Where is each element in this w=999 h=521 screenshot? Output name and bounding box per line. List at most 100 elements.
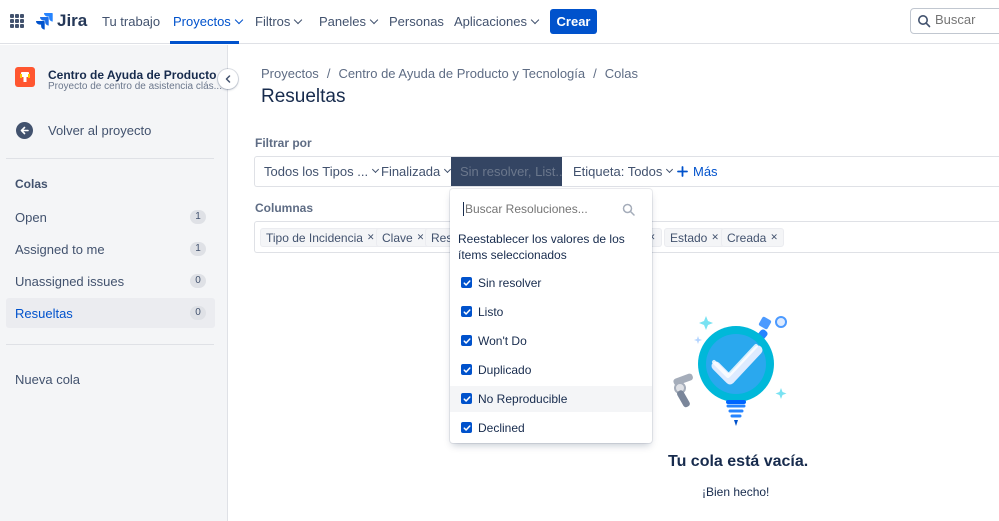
queue-count-badge: 1 bbox=[190, 242, 206, 256]
queue-label: Assigned to me bbox=[15, 242, 105, 257]
breadcrumb: Proyectos / Centro de Ayuda de Producto … bbox=[261, 66, 638, 81]
resolution-search-input[interactable] bbox=[463, 202, 623, 216]
nav-label: Personas bbox=[389, 14, 444, 29]
reset-selection-link[interactable]: Reestablecer los valores de los ítems se… bbox=[458, 231, 648, 263]
resolution-search[interactable] bbox=[463, 201, 643, 221]
checkbox-checked-icon[interactable] bbox=[461, 364, 472, 375]
queue-item-assigned-to-me[interactable]: Assigned to me 1 bbox=[6, 234, 215, 264]
plus-icon bbox=[677, 166, 688, 177]
nav-label: Aplicaciones bbox=[454, 14, 527, 29]
create-button[interactable]: Crear bbox=[550, 9, 597, 34]
project-type: Proyecto de centro de asistencia clás... bbox=[48, 81, 222, 92]
option-listo[interactable]: Listo bbox=[450, 299, 652, 325]
global-search[interactable] bbox=[910, 8, 999, 34]
nav-personas[interactable]: Personas bbox=[389, 14, 444, 29]
collapse-sidebar-button[interactable] bbox=[218, 69, 238, 89]
queue-label: Open bbox=[15, 210, 47, 225]
filter-label-text: Etiqueta: Todos bbox=[573, 164, 663, 179]
search-icon bbox=[622, 203, 635, 216]
queue-item-open[interactable]: Open 1 bbox=[6, 202, 215, 232]
nav-label: Filtros bbox=[255, 14, 291, 29]
option-duplicado[interactable]: Duplicado bbox=[450, 357, 652, 383]
checkbox-checked-icon[interactable] bbox=[461, 422, 472, 433]
arrow-left-icon bbox=[16, 122, 33, 139]
queue-item-unassigned-issues[interactable]: Unassigned issues 0 bbox=[6, 266, 215, 296]
filter-label-text: Sin resolver, List... bbox=[460, 164, 562, 179]
breadcrumb-item[interactable]: Centro de Ayuda de Producto y Tecnología bbox=[338, 66, 585, 81]
nav-tu-trabajo[interactable]: Tu trabajo bbox=[102, 14, 160, 29]
option-sin-resolver[interactable]: Sin resolver bbox=[450, 270, 652, 296]
checkbox-checked-icon[interactable] bbox=[461, 335, 472, 346]
queue-label: Unassigned issues bbox=[15, 274, 125, 289]
back-to-project-link[interactable]: Volver al proyecto bbox=[16, 122, 151, 139]
option-label: No Reproducible bbox=[478, 392, 568, 406]
remove-icon[interactable]: ✕ bbox=[711, 232, 719, 243]
project-name[interactable]: Centro de Ayuda de Producto ... bbox=[48, 68, 230, 82]
queue-label: Resueltas bbox=[15, 306, 73, 321]
empty-queue-illustration bbox=[673, 316, 787, 426]
lifebuoy-icon bbox=[20, 72, 30, 82]
nav-label: Proyectos bbox=[173, 14, 231, 29]
queues-heading: Colas bbox=[15, 177, 48, 191]
top-navigation: Jira Tu trabajo Proyectos Filtros Panele… bbox=[0, 0, 999, 44]
filter-label-text: Todos los Tipos ... bbox=[264, 164, 369, 179]
breadcrumb-item[interactable]: Proyectos bbox=[261, 66, 319, 81]
option-label: Duplicado bbox=[478, 363, 532, 377]
chevron-down-icon bbox=[530, 15, 540, 24]
column-chip-label: Creada bbox=[727, 230, 767, 245]
chevron-down-icon bbox=[234, 15, 244, 24]
sidebar: Centro de Ayuda de Producto ... Proyecto… bbox=[0, 45, 238, 521]
option-label: Declined bbox=[478, 421, 525, 435]
filter-resolution-dropdown[interactable]: Sin resolver, List... bbox=[451, 157, 562, 186]
remove-icon[interactable]: ✕ bbox=[417, 232, 425, 243]
filter-type-dropdown[interactable]: Todos los Tipos ... bbox=[255, 157, 387, 186]
column-chip-label: Estado bbox=[670, 230, 708, 245]
back-label: Volver al proyecto bbox=[48, 123, 152, 138]
column-chip[interactable]: Creada ✕ bbox=[721, 228, 784, 247]
jira-logo[interactable]: Jira bbox=[35, 11, 87, 31]
remove-icon[interactable]: ✕ bbox=[367, 232, 375, 243]
checkbox-checked-icon[interactable] bbox=[461, 277, 472, 288]
search-icon bbox=[918, 15, 931, 28]
nav-aplicaciones[interactable]: Aplicaciones bbox=[454, 14, 540, 29]
chevron-down-icon bbox=[369, 15, 379, 24]
filter-label-text: Finalizada bbox=[381, 164, 441, 179]
option-no-reproducible[interactable]: No Reproducible bbox=[450, 386, 652, 412]
active-nav-underline bbox=[170, 41, 239, 44]
more-label: Más bbox=[693, 164, 718, 179]
filter-label: Filtrar por bbox=[255, 136, 312, 150]
nav-paneles[interactable]: Paneles bbox=[319, 14, 379, 29]
queue-item-resueltas[interactable]: Resueltas 0 bbox=[6, 298, 215, 328]
column-chip[interactable]: Tipo de Incidencia ✕ bbox=[260, 228, 381, 247]
column-chip[interactable]: Clave ✕ bbox=[376, 228, 431, 247]
more-filters-button[interactable]: Más bbox=[668, 157, 727, 186]
option-label: Won't Do bbox=[478, 334, 527, 348]
empty-state-title: Tu cola está vacía. bbox=[668, 453, 809, 470]
queue-count-badge: 0 bbox=[190, 274, 206, 288]
nav-proyectos[interactable]: Proyectos bbox=[173, 14, 244, 29]
option-declined[interactable]: Declined bbox=[450, 415, 652, 441]
column-chip[interactable]: Estado ✕ bbox=[664, 228, 725, 247]
app-switcher-icon[interactable] bbox=[10, 14, 24, 28]
nav-label: Paneles bbox=[319, 14, 366, 29]
breadcrumb-item[interactable]: Colas bbox=[605, 66, 638, 81]
divider bbox=[6, 344, 214, 345]
queue-count-badge: 0 bbox=[190, 306, 206, 320]
column-chip-label: Tipo de Incidencia bbox=[266, 230, 363, 245]
filter-status-dropdown[interactable]: Finalizada bbox=[372, 157, 459, 186]
search-input[interactable] bbox=[935, 12, 999, 27]
option-wont-do[interactable]: Won't Do bbox=[450, 328, 652, 354]
checkbox-checked-icon[interactable] bbox=[461, 306, 472, 317]
remove-icon[interactable]: ✕ bbox=[770, 232, 778, 243]
resolution-dropdown-menu: Reestablecer los valores de los ítems se… bbox=[450, 189, 652, 443]
queue-count-badge: 1 bbox=[190, 210, 206, 224]
chevron-down-icon bbox=[294, 15, 303, 24]
new-queue-link[interactable]: Nueva cola bbox=[15, 372, 80, 387]
column-chip-label: Clave bbox=[382, 230, 413, 245]
logo-text: Jira bbox=[57, 11, 88, 30]
filter-bar: Todos los Tipos ... Finalizada Sin resol… bbox=[254, 156, 999, 187]
jira-icon bbox=[36, 13, 53, 30]
nav-filtros[interactable]: Filtros bbox=[255, 14, 303, 29]
checkbox-checked-icon[interactable] bbox=[461, 393, 472, 404]
filter-label-dropdown[interactable]: Etiqueta: Todos bbox=[564, 157, 681, 186]
